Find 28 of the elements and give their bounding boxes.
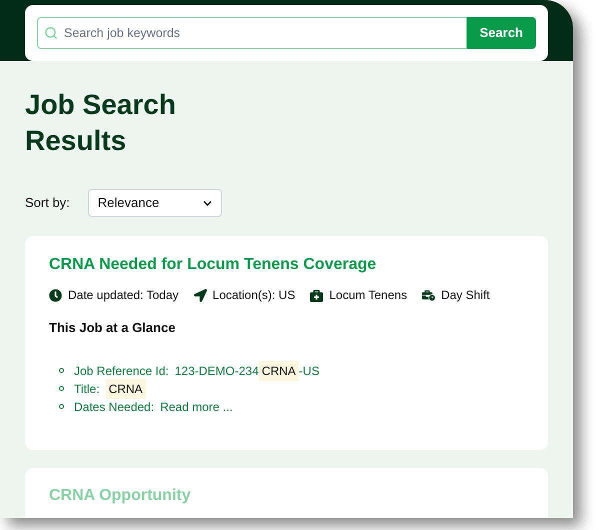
field-value: Read more ... — [160, 398, 233, 416]
location-arrow-icon — [194, 288, 207, 302]
bullet-icon — [59, 368, 64, 373]
glance-heading: This Job at a Glance — [49, 319, 176, 337]
job-meta-text: Date updated: Today — [68, 287, 179, 304]
field-label: Title: — [74, 380, 100, 398]
search-field[interactable]: Search job keywords — [37, 17, 467, 49]
bullet-icon — [59, 404, 64, 409]
field-value: 123-DEMO-234 — [174, 362, 259, 380]
job-title-link[interactable]: CRNA Needed for Locum Tenens Coverage — [49, 253, 524, 277]
medical-bag-icon — [310, 288, 324, 302]
sort-dropdown[interactable]: Relevance — [88, 189, 222, 217]
briefcase-clock-icon — [422, 288, 436, 302]
job-meta-text: Day Shift — [441, 287, 490, 304]
job-meta-text: Locum Tenens — [329, 287, 408, 304]
search-icon — [44, 26, 58, 40]
field-label: Dates Needed: — [74, 398, 154, 416]
chevron-down-icon — [202, 198, 212, 208]
highlighted-text: CRNA — [258, 360, 299, 380]
search-button[interactable]: Search — [466, 17, 536, 49]
field-value: -US — [298, 362, 320, 380]
bullet-icon — [59, 386, 64, 391]
clock-icon — [49, 288, 62, 302]
highlighted-text: CRNA — [106, 378, 146, 398]
field-label: Job Reference Id: — [74, 362, 169, 380]
page-heading: Job Search Results — [25, 88, 177, 158]
sort-label: Sort by: — [25, 194, 70, 212]
job-meta-text: Location(s): US — [212, 287, 296, 304]
